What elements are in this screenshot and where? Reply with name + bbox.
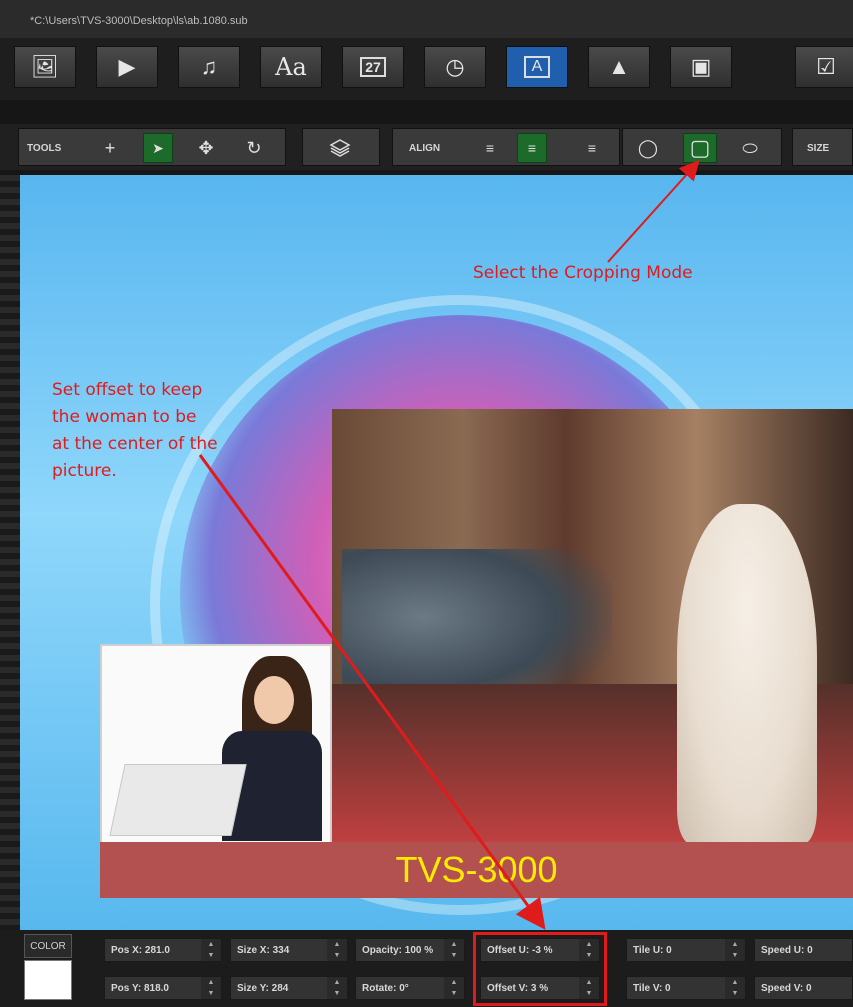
annotation-arrows: [198, 160, 700, 930]
opacity-value: Opacity: 100 %: [362, 945, 434, 956]
spinner-icon[interactable]: ▲ ▼: [327, 977, 347, 999]
spinner-icon[interactable]: ▲ ▼: [444, 977, 464, 999]
size-y-value: Size Y: 284: [237, 983, 289, 994]
size-y-field[interactable]: Size Y: 284 ▲ ▼: [230, 976, 348, 1000]
arrow-to-offset-fields: [198, 454, 546, 930]
speed-u-value: Speed U: 0: [761, 945, 813, 956]
tile-v-field[interactable]: Tile V: 0 ▲ ▼: [626, 976, 746, 1000]
rotate-value: Rotate: 0°: [362, 983, 409, 994]
spinner-icon[interactable]: ▲ ▼: [201, 977, 221, 999]
speed-v-value: Speed V: 0: [761, 983, 812, 994]
pos-x-field[interactable]: Pos X: 281.0 ▲ ▼: [104, 938, 222, 962]
spinner-icon[interactable]: ▲ ▼: [327, 939, 347, 961]
opacity-field[interactable]: Opacity: 100 % ▲ ▼: [355, 938, 465, 962]
tile-v-value: Tile V: 0: [633, 983, 671, 994]
size-x-value: Size X: 334: [237, 945, 290, 956]
spinner-icon[interactable]: ▲ ▼: [444, 939, 464, 961]
pos-x-value: Pos X: 281.0: [111, 945, 170, 956]
tile-u-value: Tile U: 0: [633, 945, 672, 956]
arrow-to-crop-mode: [607, 160, 700, 263]
speed-u-field[interactable]: Speed U: 0: [754, 938, 853, 962]
spinner-icon[interactable]: ▲ ▼: [725, 977, 745, 999]
spinner-icon[interactable]: ▲ ▼: [725, 939, 745, 961]
tile-u-field[interactable]: Tile U: 0 ▲ ▼: [626, 938, 746, 962]
size-x-field[interactable]: Size X: 334 ▲ ▼: [230, 938, 348, 962]
color-swatch[interactable]: [24, 960, 72, 1000]
properties-panel: COLOR Pos X: 281.0 ▲ ▼ Pos Y: 818.0 ▲ ▼ Size…: [0, 930, 853, 1007]
offset-highlight-box: [473, 932, 607, 1006]
rotate-field[interactable]: Rotate: 0° ▲ ▼: [355, 976, 465, 1000]
color-label: COLOR: [24, 934, 72, 958]
pos-y-field[interactable]: Pos Y: 818.0 ▲ ▼: [104, 976, 222, 1000]
spinner-icon[interactable]: ▲ ▼: [201, 939, 221, 961]
speed-v-field[interactable]: Speed V: 0: [754, 976, 853, 1000]
pos-y-value: Pos Y: 818.0: [111, 983, 169, 994]
